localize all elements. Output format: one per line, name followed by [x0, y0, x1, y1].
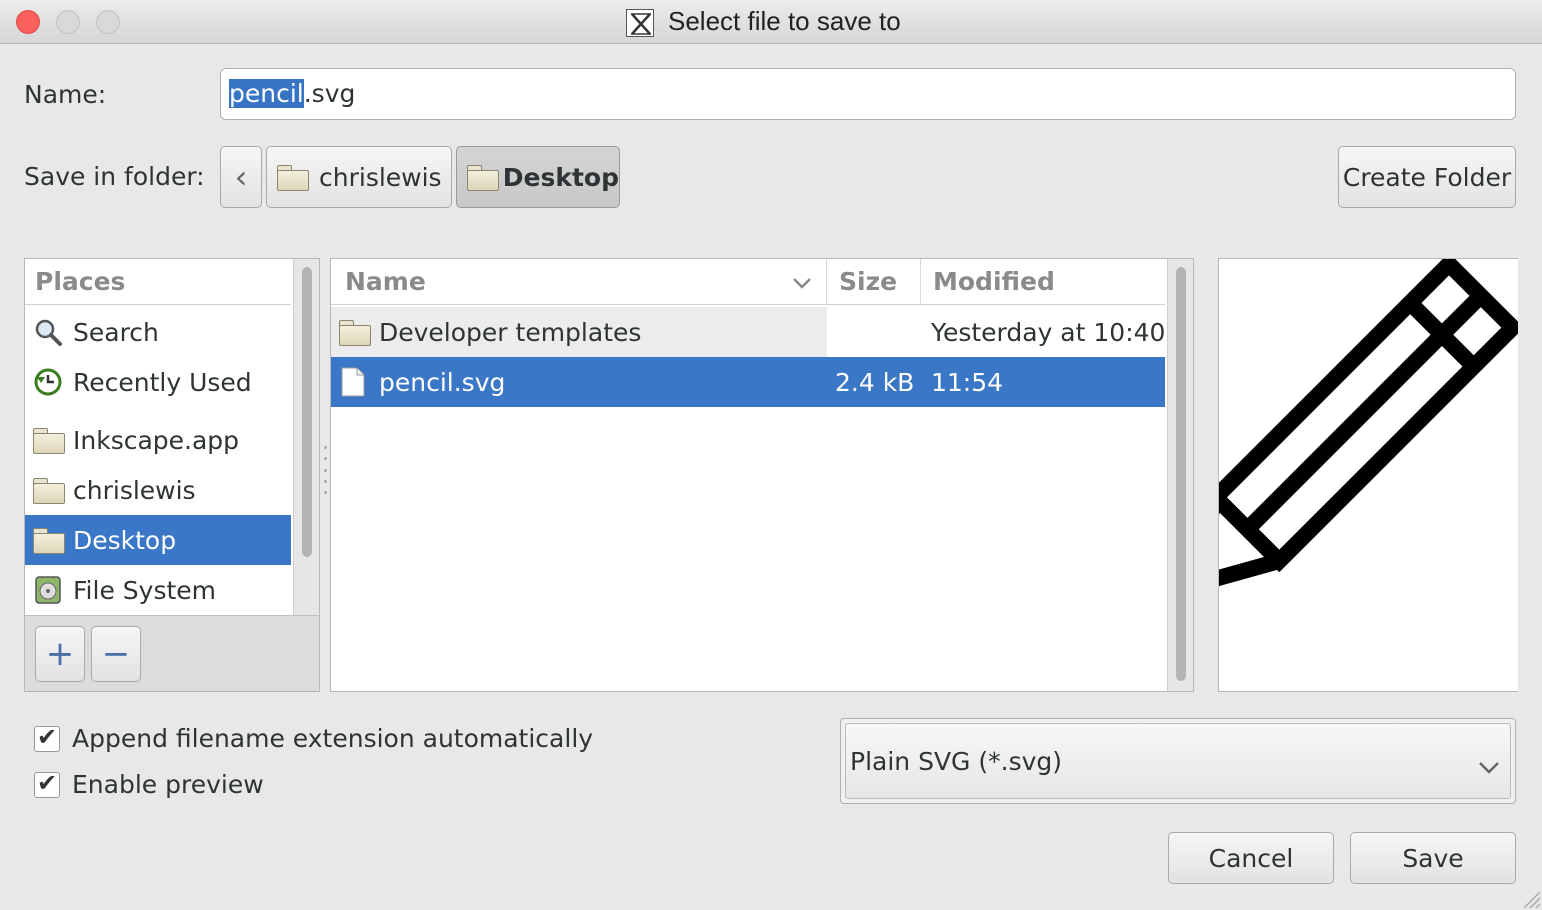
- resize-grip-icon[interactable]: [1516, 880, 1542, 910]
- plus-icon: +: [45, 634, 75, 674]
- column-size-label: Size: [839, 267, 898, 296]
- file-row-developer-templates[interactable]: Developer templates Yesterday at 10:40: [331, 307, 1165, 357]
- places-panel: Places Search Recently Used Inkscape.app…: [24, 258, 320, 692]
- title-bar: Select file to save to: [0, 0, 1542, 44]
- places-item-file-system[interactable]: File System: [25, 565, 291, 615]
- places-scroll-thumb[interactable]: [302, 267, 312, 557]
- minimize-button[interactable]: [56, 10, 80, 34]
- places-item-label: Recently Used: [73, 367, 252, 397]
- places-item-label: Search: [73, 317, 159, 347]
- places-item-desktop[interactable]: Desktop: [25, 515, 291, 565]
- file-icon: [341, 367, 365, 397]
- folder-icon: [339, 320, 371, 346]
- save-button[interactable]: Save: [1350, 832, 1516, 884]
- x11-app-icon: [626, 9, 654, 37]
- name-label: Name:: [24, 80, 107, 109]
- breadcrumb-label: Desktop: [502, 162, 619, 192]
- places-header: Places: [25, 259, 291, 305]
- filename-rest-text: .svg: [303, 79, 356, 108]
- column-modified-label: Modified: [933, 267, 1055, 296]
- column-size[interactable]: Size: [827, 258, 921, 305]
- file-list-header: Name Size Modified: [331, 258, 1165, 305]
- file-type-selected: Plain SVG (*.svg): [850, 746, 1063, 776]
- file-type-dropdown[interactable]: Plain SVG (*.svg): [840, 718, 1516, 804]
- breadcrumb-desktop[interactable]: Desktop: [456, 146, 620, 208]
- window-title: Select file to save to: [668, 6, 901, 36]
- file-list-scroll-thumb[interactable]: [1176, 267, 1186, 681]
- file-modified: Yesterday at 10:40: [931, 317, 1166, 347]
- places-separator: [25, 411, 291, 412]
- create-folder-button[interactable]: Create Folder: [1338, 146, 1516, 208]
- column-name[interactable]: Name: [331, 258, 827, 305]
- search-icon: [33, 317, 63, 347]
- places-item-search[interactable]: Search: [25, 307, 291, 357]
- places-scrollbar[interactable]: [293, 259, 319, 615]
- remove-bookmark-button[interactable]: −: [91, 626, 141, 682]
- breadcrumb-back-button[interactable]: ‹: [220, 146, 262, 208]
- pane-splitter-handle[interactable]: [320, 440, 330, 500]
- minus-icon: −: [101, 634, 131, 674]
- filename-input[interactable]: pencil.svg: [220, 68, 1516, 120]
- chevron-left-icon: ‹: [234, 158, 248, 196]
- append-extension-label: Append filename extension automatically: [72, 724, 594, 753]
- add-bookmark-button[interactable]: +: [35, 626, 85, 682]
- zoom-button[interactable]: [96, 10, 120, 34]
- filename-selected-text: pencil: [229, 79, 304, 108]
- folder-icon: [467, 165, 499, 191]
- places-item-recently-used[interactable]: Recently Used: [25, 357, 291, 407]
- save-in-folder-label: Save in folder:: [24, 162, 205, 191]
- places-item-label: Inkscape.app: [73, 425, 240, 455]
- places-item-inkscape[interactable]: Inkscape.app: [25, 415, 291, 465]
- folder-icon: [33, 528, 65, 554]
- sort-chevron-down-icon: [792, 267, 812, 296]
- enable-preview-label: Enable preview: [72, 770, 264, 799]
- breadcrumb-chrislewis[interactable]: chrislewis: [266, 146, 452, 208]
- folder-icon: [33, 478, 65, 504]
- file-name: pencil.svg: [379, 367, 506, 397]
- recent-icon: [33, 367, 63, 397]
- file-list-scrollbar[interactable]: [1167, 259, 1193, 691]
- places-item-label: Desktop: [73, 525, 177, 555]
- places-item-label: File System: [73, 575, 217, 605]
- preview-pane: [1218, 258, 1518, 692]
- close-button[interactable]: [16, 10, 40, 34]
- file-type-dropdown-button[interactable]: Plain SVG (*.svg): [845, 723, 1511, 799]
- file-size: 2.4 kB: [835, 367, 915, 397]
- file-name-cell: pencil.svg: [331, 357, 827, 407]
- file-row-pencil-svg[interactable]: pencil.svg 2.4 kB 11:54: [331, 357, 1165, 407]
- pencil-preview-image: [1219, 259, 1518, 594]
- file-list-panel: Name Size Modified Developer templates Y…: [330, 258, 1194, 692]
- column-name-label: Name: [345, 267, 426, 296]
- column-modified[interactable]: Modified: [921, 259, 1165, 305]
- file-modified: 11:54: [931, 367, 1004, 397]
- folder-icon: [33, 428, 65, 454]
- places-toolbar: + −: [25, 615, 319, 691]
- cancel-button[interactable]: Cancel: [1168, 832, 1334, 884]
- places-item-label: chrislewis: [73, 475, 196, 505]
- enable-preview-checkbox[interactable]: [34, 769, 60, 798]
- chevron-down-icon: [1478, 752, 1500, 781]
- file-name: Developer templates: [379, 317, 642, 347]
- drive-icon: [33, 575, 63, 605]
- folder-icon: [277, 165, 309, 191]
- places-item-chrislewis[interactable]: chrislewis: [25, 465, 291, 515]
- file-name-cell: Developer templates: [331, 307, 827, 357]
- breadcrumb-label: chrislewis: [319, 162, 442, 192]
- append-extension-checkbox[interactable]: [34, 723, 60, 752]
